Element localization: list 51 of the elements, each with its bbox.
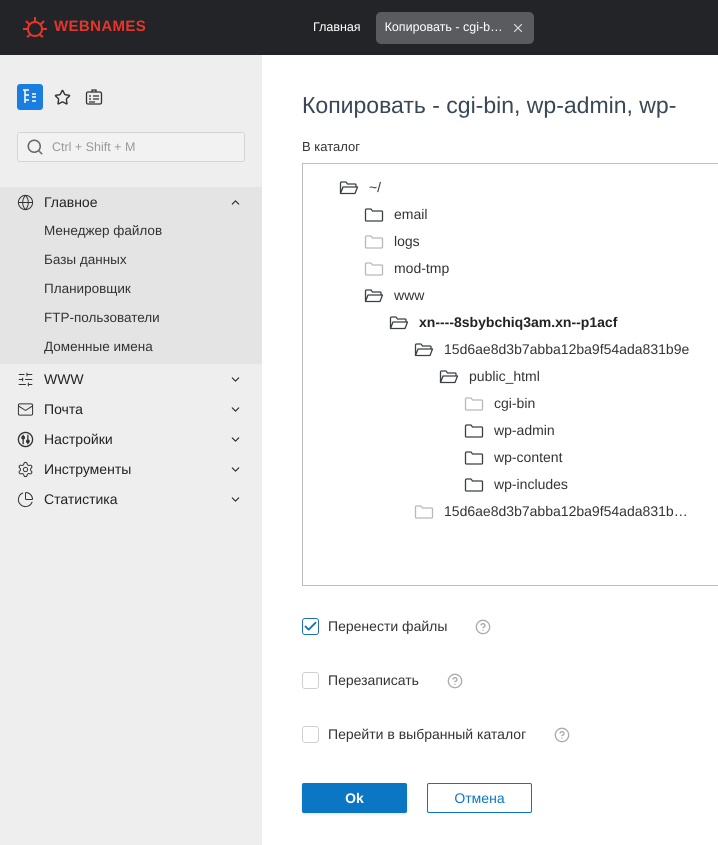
folder-name[interactable]: xn----8sbybchiq3am.xn--p1acf <box>419 312 618 333</box>
pie-chart-icon <box>17 490 34 508</box>
folder-name[interactable]: wp-includes <box>494 474 568 495</box>
folder-name[interactable]: ~/ <box>369 177 382 198</box>
tab-label: Копировать - cgi-b… <box>384 19 503 36</box>
folder-name[interactable]: 15d6ae8d3b7abba12ba9f54ada831b… <box>444 501 688 522</box>
field-label: В каталог <box>302 138 361 156</box>
submenu-item[interactable]: Базы данных <box>0 246 262 275</box>
folder-name[interactable]: logs <box>394 231 420 252</box>
folder-name[interactable]: mod-tmp <box>394 258 450 279</box>
folder-name[interactable]: wp-content <box>494 447 562 468</box>
menu-item[interactable]: Инструменты <box>0 454 262 484</box>
submenu-item[interactable]: Доменные имена <box>0 333 262 362</box>
submenu-item[interactable]: Менеджер файлов <box>0 217 262 246</box>
sliders-icon <box>17 370 34 388</box>
folder-name[interactable]: email <box>394 204 428 225</box>
ok-button[interactable]: Ok <box>302 783 407 813</box>
dialog-title: Копировать - cgi-bin, wp-admin, wp- <box>302 91 678 120</box>
search-icon <box>26 138 44 156</box>
cancel-button[interactable]: Отмена <box>427 783 532 813</box>
search-input[interactable]: Ctrl + Shift + M <box>52 138 212 156</box>
folder-name[interactable]: www <box>394 285 424 306</box>
globe-icon <box>17 194 34 210</box>
checkbox-label: Перезаписать <box>328 671 419 690</box>
checkbox[interactable] <box>302 618 319 635</box>
menu-item[interactable]: Почта <box>0 394 262 424</box>
folder-name[interactable]: cgi-bin <box>494 393 536 414</box>
tab-label: Главная <box>313 19 361 36</box>
checkbox-label: Перенести файлы <box>328 617 448 636</box>
tab[interactable]: Главная <box>304 12 370 44</box>
tree-view-icon <box>21 88 39 106</box>
tab[interactable]: Копировать - cgi-b… <box>376 12 534 44</box>
help-icon[interactable] <box>446 672 463 688</box>
menu-item[interactable]: Статистика <box>0 484 262 514</box>
menu-item[interactable]: WWW <box>0 364 262 394</box>
folder-name[interactable]: public_html <box>469 366 540 387</box>
help-icon[interactable] <box>475 618 492 634</box>
help-icon[interactable] <box>554 726 570 742</box>
submenu-item[interactable]: FTP-пользователи <box>0 304 262 333</box>
menu-item[interactable]: Настройки <box>0 424 262 454</box>
search-field[interactable]: Ctrl + Shift + M <box>17 132 245 162</box>
submenu-item[interactable]: Планировщик <box>0 275 262 304</box>
folder-name[interactable]: 15d6ae8d3b7abba12ba9f54ada831b9e <box>444 339 690 360</box>
mail-icon <box>17 400 34 418</box>
settings-circle-icon <box>17 430 34 448</box>
checkbox-label: Перейти в выбранный каталог <box>328 725 526 744</box>
logo-text: WEBNAMES <box>54 17 146 38</box>
clipboard-list-icon <box>85 88 103 106</box>
star-icon <box>54 88 70 106</box>
settings-icon <box>17 460 34 478</box>
folder-name[interactable]: wp-admin <box>494 420 555 441</box>
